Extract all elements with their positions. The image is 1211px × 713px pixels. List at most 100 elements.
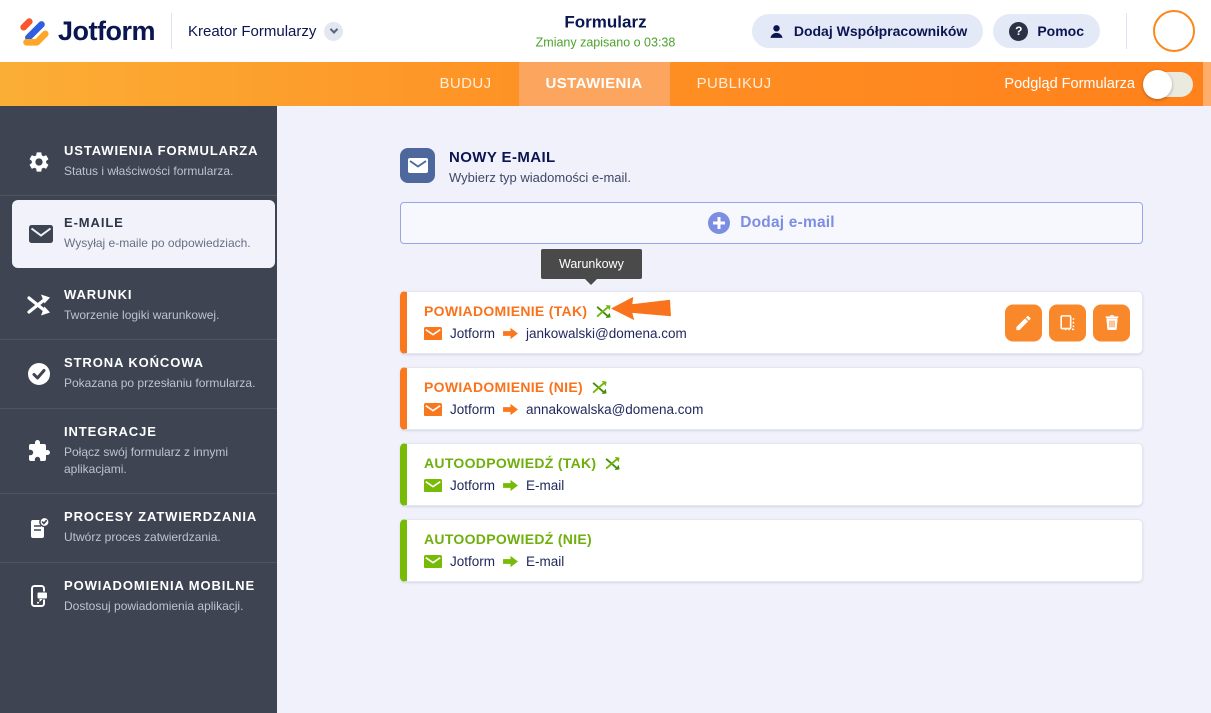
sidebar-item-emails[interactable]: E-MAILE Wysyłaj e-maile po odpowiedziach… — [12, 200, 275, 268]
section-subtitle: Wybierz typ wiadomości e-mail. — [449, 170, 631, 185]
tooltip-row: Warunkowy — [400, 244, 1143, 291]
sidebar-item-approval-flows[interactable]: PROCESY ZATWIERDZANIA Utwórz proces zatw… — [0, 494, 277, 563]
help-label: Pomoc — [1037, 23, 1084, 39]
conditional-icon[interactable] — [605, 456, 620, 471]
header-divider — [171, 13, 172, 49]
settings-sidebar: USTAWIENIA FORMULARZA Status i właściwoś… — [0, 106, 277, 713]
duplicate-email-button[interactable] — [1049, 304, 1086, 341]
sidebar-item-label: POWIADOMIENIA MOBILNE — [64, 577, 256, 593]
sidebar-item-label: WARUNKI — [64, 286, 133, 302]
puzzle-icon — [26, 438, 52, 464]
sidebar-item-description: Utwórz proces zatwierdzania. — [64, 530, 221, 545]
delete-email-button[interactable] — [1093, 304, 1130, 341]
add-email-label: Dodaj e-mail — [740, 214, 835, 231]
sidebar-item-form-settings[interactable]: USTAWIENIA FORMULARZA Status i właściwoś… — [0, 128, 277, 197]
email-recipient: E-mail — [526, 554, 565, 569]
sidebar-item-description: Tworzenie logiki warunkowej. — [64, 307, 220, 322]
add-collaborators-label: Dodaj Współpracowników — [793, 23, 968, 39]
email-recipient: annakowalska@domena.com — [526, 402, 704, 417]
email-recipient: E-mail — [526, 478, 565, 493]
email-recipient: jankowalski@domena.com — [526, 326, 687, 341]
check-circle-icon — [26, 361, 52, 387]
question-icon: ? — [1009, 21, 1029, 41]
sidebar-item-conditions[interactable]: WARUNKI Tworzenie logiki warunkowej. — [0, 272, 277, 341]
conditional-icon[interactable] — [592, 380, 607, 395]
sidebar-item-label: STRONA KOŃCOWA — [64, 355, 204, 371]
tab-build[interactable]: BUDUJ — [413, 62, 519, 106]
builder-switcher[interactable]: Kreator Formularzy — [188, 21, 344, 41]
scrollbar-track[interactable] — [1203, 62, 1211, 106]
header-actions: Dodaj Współpracowników ? Pomoc — [751, 10, 1195, 52]
sidebar-item-mobile-notifications[interactable]: POWIADOMIENIA MOBILNE Dostosuj powiadomi… — [0, 563, 277, 630]
sidebar-item-description: Pokazana po przesłaniu formularza. — [64, 376, 256, 391]
sidebar-item-description: Dostosuj powiadomienia aplikacji. — [64, 598, 244, 613]
toggle-knob — [1143, 69, 1172, 99]
email-card-title: AUTOODPOWIEDŹ (TAK) — [424, 455, 597, 471]
sidebar-item-label: PROCESY ZATWIERDZANIA — [64, 509, 258, 525]
trash-icon — [1105, 315, 1118, 330]
arrow-right-icon — [503, 479, 518, 492]
duplicate-icon — [1060, 314, 1075, 330]
email-card-actions — [1005, 304, 1130, 341]
email-card-notification-no[interactable]: POWIADOMIENIE (NIE) Jotform annakowalska… — [400, 367, 1143, 430]
email-card-title: POWIADOMIENIE (NIE) — [424, 379, 583, 395]
email-sender: Jotform — [450, 478, 496, 493]
shuffle-icon — [26, 292, 52, 318]
chevron-down-icon — [324, 21, 344, 41]
gear-icon — [26, 149, 52, 175]
new-email-icon — [400, 148, 435, 183]
jotform-logo[interactable]: Jotform — [18, 15, 156, 47]
email-sender: Jotform — [450, 326, 496, 341]
sidebar-item-label: USTAWIENIA FORMULARZA — [64, 143, 259, 158]
form-title[interactable]: Formularz — [406, 13, 806, 33]
header-divider — [1126, 13, 1127, 49]
arrow-right-icon — [503, 327, 518, 340]
email-sender: Jotform — [450, 402, 496, 417]
envelope-icon — [424, 326, 442, 341]
arrow-right-icon — [503, 403, 518, 416]
top-header: Jotform Kreator Formularzy Formularz Zmi… — [0, 0, 1211, 62]
jotform-logo-icon — [20, 18, 49, 46]
email-sender: Jotform — [450, 554, 496, 569]
email-card-autoresponder-yes[interactable]: AUTOODPOWIEDŹ (TAK) Jotform E-mail — [400, 443, 1143, 506]
email-card-title: POWIADOMIENIE (TAK) — [424, 303, 588, 319]
new-email-section-header: NOWY E-MAIL Wybierz typ wiadomości e-mai… — [400, 148, 1143, 185]
builder-switcher-label: Kreator Formularzy — [188, 22, 317, 40]
sidebar-item-thank-you-page[interactable]: STRONA KOŃCOWA Pokazana po przesłaniu fo… — [0, 340, 277, 409]
edit-email-button[interactable] — [1005, 304, 1042, 341]
sidebar-item-label: E-MAILE — [64, 215, 124, 231]
add-email-button[interactable]: Dodaj e-mail — [400, 202, 1143, 244]
plus-icon — [708, 212, 731, 234]
avatar[interactable] — [1153, 10, 1195, 52]
conditional-tooltip: Warunkowy — [541, 249, 642, 279]
autosave-status: Zmiany zapisano o 03:38 — [535, 35, 676, 50]
preview-label: Podgląd Formularza — [1004, 76, 1135, 92]
sidebar-item-description: Wysyłaj e-maile po odpowiedziach. — [64, 236, 251, 251]
logo-wordmark: Jotform — [58, 15, 156, 46]
sidebar-item-description: Status i właściwości formularza. — [64, 164, 234, 178]
sidebar-item-integrations[interactable]: INTEGRACJE Połącz swój formularz z innym… — [0, 409, 277, 495]
settings-main-panel: NOWY E-MAIL Wybierz typ wiadomości e-mai… — [277, 106, 1211, 713]
help-button[interactable]: ? Pomoc — [993, 14, 1100, 48]
envelope-icon — [28, 221, 54, 247]
envelope-icon — [424, 478, 442, 493]
pencil-icon — [1016, 315, 1031, 330]
sidebar-item-label: INTEGRACJE — [64, 423, 157, 439]
section-title: NOWY E-MAIL — [449, 149, 556, 166]
app-window: Jotform Kreator Formularzy Formularz Zmi… — [0, 0, 1211, 713]
sidebar-item-description: Połącz swój formularz z innymi aplikacja… — [64, 444, 229, 476]
form-preview-control: Podgląd Formularza — [1004, 62, 1193, 106]
email-card-notification-yes[interactable]: POWIADOMIENIE (TAK) Jotform jankowalski@… — [400, 291, 1143, 354]
email-card-autoresponder-no[interactable]: AUTOODPOWIEDŹ (NIE) Jotform E-mail — [400, 519, 1143, 582]
form-preview-toggle[interactable] — [1143, 69, 1193, 99]
form-title-block: Formularz Zmiany zapisano o 03:38 — [406, 13, 806, 50]
builder-tabs: BUDUJ USTAWIENIA PUBLIKUJ — [413, 62, 799, 106]
tab-settings[interactable]: USTAWIENIA — [518, 62, 670, 106]
envelope-icon — [424, 554, 442, 569]
approval-doc-icon — [26, 515, 52, 541]
builder-navbar: BUDUJ USTAWIENIA PUBLIKUJ Podgląd Formul… — [0, 62, 1211, 106]
envelope-icon — [424, 402, 442, 417]
tab-publish[interactable]: PUBLIKUJ — [670, 62, 799, 106]
pointer-arrow — [611, 296, 671, 321]
mobile-phone-icon — [26, 583, 52, 609]
